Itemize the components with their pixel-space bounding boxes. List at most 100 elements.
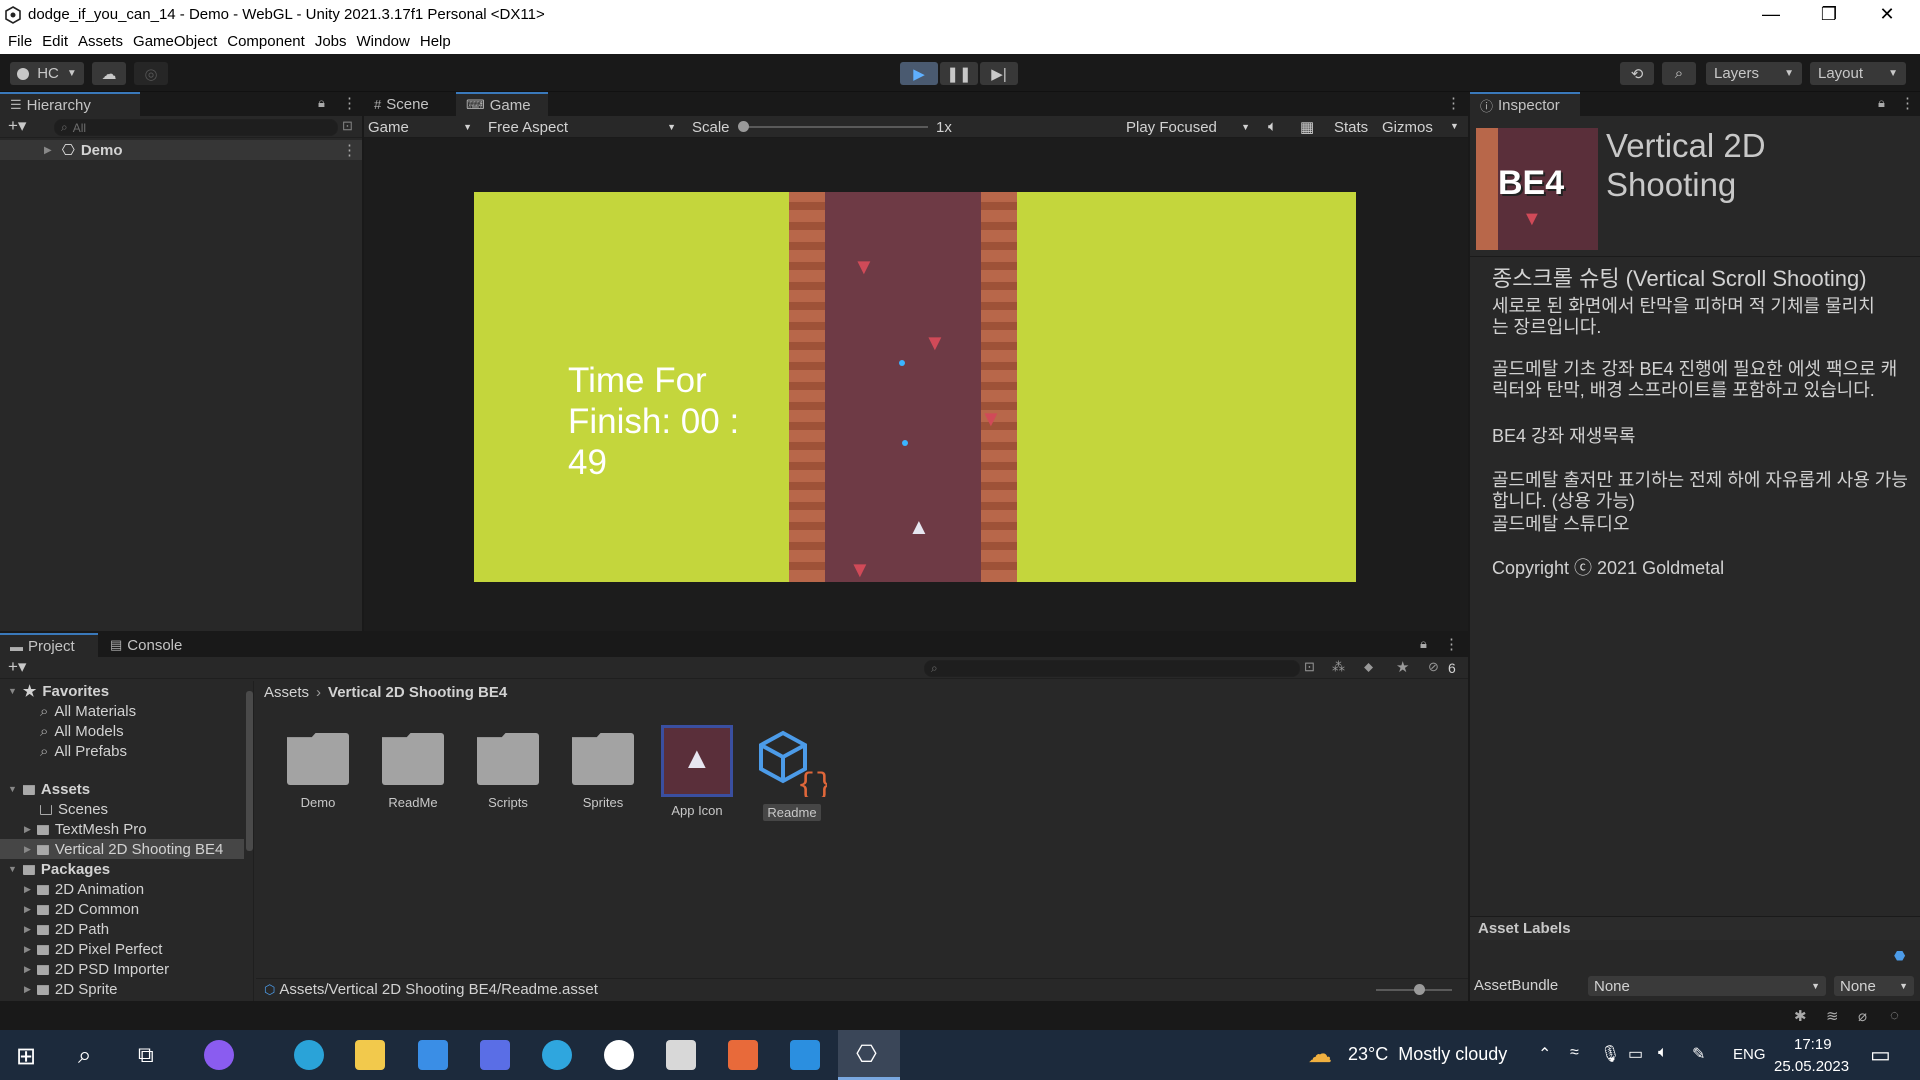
lock-icon[interactable]: 🔒︎	[1878, 95, 1885, 111]
keyboard-icon[interactable]: ▦	[1300, 118, 1314, 136]
play-button[interactable]: ▶	[900, 62, 938, 85]
hierarchy-scene-row[interactable]: ▶ ⎔ Demo ⋮	[0, 140, 362, 160]
tree-packages[interactable]: ▼ Packages	[0, 859, 110, 879]
network-icon[interactable]: ⌀	[1858, 1007, 1867, 1025]
file-explorer-icon[interactable]	[355, 1040, 385, 1070]
kebab-menu-icon[interactable]: ⋮	[342, 141, 357, 159]
tree-package[interactable]: ▶ 2D Animation	[0, 879, 144, 899]
readme-link-studio[interactable]: 골드메탈 스튜디오	[1492, 514, 1912, 535]
notification-icon[interactable]: ▭	[1870, 1042, 1891, 1068]
tree-folder[interactable]: ▶ TextMesh Pro	[0, 819, 147, 839]
tab-game[interactable]: ⌨ Game	[456, 92, 548, 116]
asset-item-sprite[interactable]: ▲ App Icon	[655, 725, 739, 818]
search-icon[interactable]: ⌕	[78, 1042, 91, 1070]
volume-icon[interactable]: 🔈︎	[1658, 1044, 1668, 1062]
asset-item-folder[interactable]: Demo	[276, 725, 360, 810]
tree-folder[interactable]: Scenes	[0, 799, 108, 819]
aspect-dropdown[interactable]: Free Aspect ▼	[488, 116, 682, 138]
alice-app-icon[interactable]	[204, 1040, 234, 1070]
breadcrumb-item-current[interactable]: Vertical 2D Shooting BE4	[328, 684, 507, 701]
microphone-icon[interactable]: 🎙︎	[1600, 1044, 1620, 1064]
windows-start-icon[interactable]: ⊞	[16, 1042, 36, 1071]
menu-help[interactable]: Help	[420, 33, 451, 50]
cortana-app-icon[interactable]	[480, 1040, 510, 1070]
asset-item-readme-selected[interactable]: {} Readme	[750, 725, 834, 821]
game-viewport[interactable]: Time For Finish: 00 : 49 ▼ ▼ ▼ ▼ ▲	[474, 192, 1356, 582]
language-indicator[interactable]: ENG	[1733, 1046, 1766, 1063]
step-button[interactable]: ▶|	[980, 62, 1018, 85]
tab-console[interactable]: ▤ Console	[100, 633, 204, 657]
lock-icon[interactable]: 🔒︎	[1420, 636, 1427, 652]
kebab-menu-icon[interactable]: ⋮	[1444, 635, 1459, 653]
asset-item-folder[interactable]: Sprites	[561, 725, 645, 810]
minimize-button[interactable]: —	[1742, 0, 1800, 29]
history-button[interactable]: ⟲	[1620, 62, 1654, 85]
hierarchy-search-input[interactable]: ⌕ All	[54, 119, 338, 136]
tree-favorite-item[interactable]: ⌕ All Models	[0, 721, 124, 741]
search-button[interactable]: ⌕	[1662, 62, 1696, 85]
stats-button[interactable]: Stats	[1334, 119, 1368, 136]
tree-scrollbar[interactable]	[246, 691, 253, 851]
tab-project[interactable]: ▬ Project	[0, 633, 98, 657]
search-by-scene-icon[interactable]: ⊡	[1304, 659, 1315, 675]
tab-hierarchy[interactable]: ☰ Hierarchy	[0, 92, 140, 116]
readme-link-playlist[interactable]: BE4 강좌 재생목록	[1492, 426, 1912, 447]
icon-size-slider[interactable]	[1376, 984, 1452, 995]
account-dropdown[interactable]: HC ▼	[10, 62, 84, 85]
slider-thumb[interactable]	[738, 121, 749, 132]
tree-package[interactable]: ▶ 2D Sprite	[0, 979, 117, 999]
menu-window[interactable]: Window	[357, 33, 410, 50]
slider-thumb[interactable]	[1414, 984, 1425, 995]
scale-slider[interactable]	[738, 121, 928, 132]
tab-scene[interactable]: # Scene	[364, 92, 456, 116]
breadcrumb-item[interactable]: Assets	[264, 684, 309, 701]
asset-variant-dropdown[interactable]: None ▼	[1834, 976, 1914, 996]
add-icon[interactable]: +▾	[8, 657, 26, 677]
tree-package[interactable]: ▶ 2D PSD Importer	[0, 959, 169, 979]
scene-search-icon[interactable]: ⊡	[342, 118, 353, 134]
tab-inspector[interactable]: ⓘ Inspector	[1470, 92, 1580, 116]
menu-file[interactable]: File	[8, 33, 32, 50]
tree-package[interactable]: ▶ 2D Pixel Perfect	[0, 939, 162, 959]
tree-package[interactable]: ▶ 2D Common	[0, 899, 139, 919]
vscode-icon[interactable]	[790, 1040, 820, 1070]
tree-folder-selected[interactable]: ▶ Vertical 2D Shooting BE4	[0, 839, 244, 859]
close-button[interactable]: ✕	[1858, 0, 1916, 29]
progress-icon[interactable]: ◌	[1890, 1007, 1899, 1024]
wifi-icon[interactable]: ≈	[1570, 1044, 1579, 1062]
filter-by-type-icon[interactable]: ⁂	[1332, 659, 1345, 675]
kebab-menu-icon[interactable]: ⋮	[1446, 94, 1461, 112]
mail-icon[interactable]	[418, 1040, 448, 1070]
asset-item-folder[interactable]: Scripts	[466, 725, 550, 810]
telegram-icon[interactable]	[542, 1040, 572, 1070]
add-icon[interactable]: +▾	[8, 116, 26, 136]
menu-jobs[interactable]: Jobs	[315, 33, 347, 50]
pause-button[interactable]: ❚❚	[940, 62, 978, 85]
yandex-browser-icon[interactable]	[604, 1040, 634, 1070]
project-search-input[interactable]: ⌕	[924, 660, 1300, 677]
menu-assets[interactable]: Assets	[78, 33, 123, 50]
mute-audio-icon[interactable]: 🔈︎	[1268, 118, 1277, 135]
display-dropdown[interactable]: Game ▼	[368, 116, 478, 138]
battery-icon[interactable]: ▭	[1628, 1044, 1643, 1064]
play-mode-dropdown[interactable]: Play Focused ▼	[1126, 116, 1254, 138]
tree-assets[interactable]: ▼ Assets	[0, 779, 90, 799]
menu-component[interactable]: Component	[227, 33, 305, 50]
kebab-menu-icon[interactable]: ⋮	[342, 94, 357, 112]
cache-server-icon[interactable]: ≋	[1826, 1007, 1839, 1025]
filter-by-label-icon[interactable]: ⬥	[1364, 659, 1373, 675]
weather-text[interactable]: 23°C Mostly cloudy	[1348, 1044, 1507, 1065]
tree-favorite-item[interactable]: ⌕ All Prefabs	[0, 741, 127, 761]
cloud-button[interactable]: ☁	[92, 62, 126, 85]
menu-gameobject[interactable]: GameObject	[133, 33, 217, 50]
chevron-up-icon[interactable]: ⌃	[1538, 1044, 1551, 1064]
tree-favorite-item[interactable]: ⌕ All Materials	[0, 701, 136, 721]
hidden-packages-icon[interactable]: ⊘	[1428, 659, 1439, 675]
asset-bundle-dropdown[interactable]: None ▼	[1588, 976, 1826, 996]
pen-icon[interactable]: ✎	[1692, 1044, 1705, 1064]
favorite-star-icon[interactable]: ★	[1396, 658, 1409, 676]
menu-edit[interactable]: Edit	[42, 33, 68, 50]
edge-browser-icon[interactable]	[294, 1040, 324, 1070]
kebab-menu-icon[interactable]: ⋮	[1900, 94, 1915, 112]
asset-item-folder[interactable]: ReadMe	[371, 725, 455, 810]
